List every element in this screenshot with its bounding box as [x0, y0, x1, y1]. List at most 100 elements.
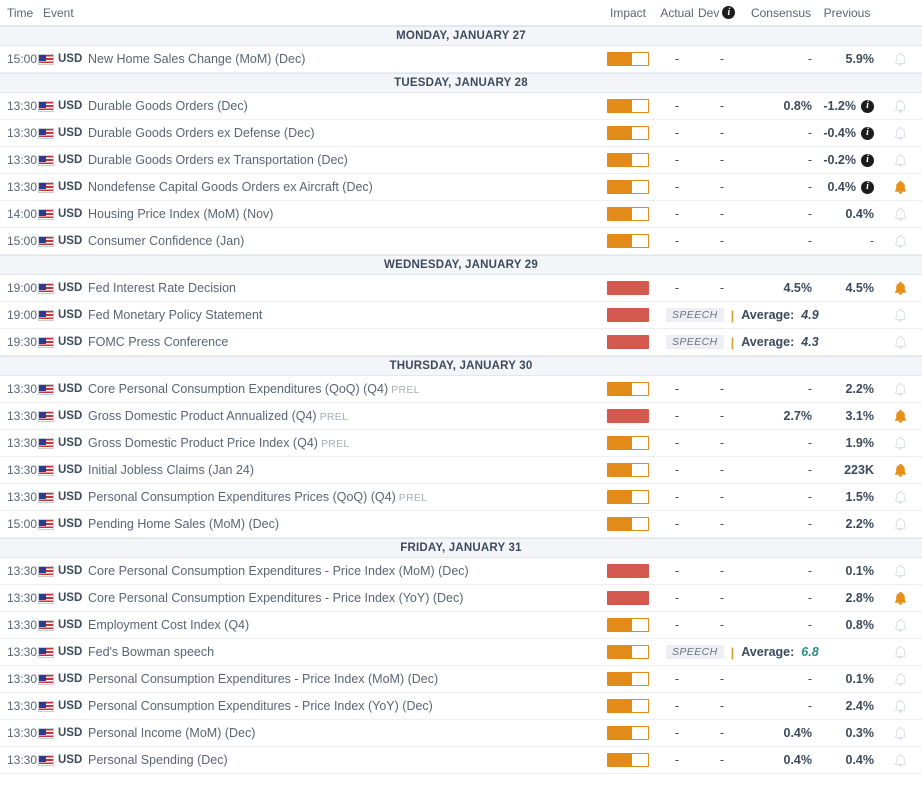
table-row[interactable]: 13:30 USD Personal Consumption Expenditure… — [0, 666, 922, 693]
event-name[interactable]: Employment Cost Index (Q4) — [82, 618, 600, 632]
table-row[interactable]: 15:00 USD Pending Home Sales (MoM) (Dec) - -… — [0, 511, 922, 538]
alert-cell[interactable] — [878, 726, 922, 741]
alert-cell[interactable] — [878, 126, 922, 141]
table-row[interactable]: 13:30 USD Durable Goods Orders ex Defense … — [0, 120, 922, 147]
table-row[interactable]: 13:30 USD Employment Cost Index (Q4) - - - 0.8… — [0, 612, 922, 639]
event-name[interactable]: Nondefense Capital Goods Orders ex Aircr… — [82, 180, 600, 194]
table-row[interactable]: 13:30 USD Initial Jobless Claims (Jan 24) -… — [0, 457, 922, 484]
alert-cell[interactable] — [878, 207, 922, 222]
event-name[interactable]: Personal Income (MoM) (Dec) — [82, 726, 600, 740]
event-name[interactable]: Fed's Bowman speech — [82, 645, 600, 659]
table-row[interactable]: 13:30 USD Personal Spending (Dec) - - 0.4% 0.4… — [0, 747, 922, 774]
alert-cell[interactable] — [878, 517, 922, 532]
alert-bell-icon[interactable] — [894, 99, 907, 114]
alert-cell[interactable] — [878, 335, 922, 350]
alert-cell[interactable] — [878, 382, 922, 397]
info-icon[interactable]: i — [861, 99, 874, 113]
alert-cell[interactable] — [878, 490, 922, 505]
table-row[interactable]: 13:30 USD Core Personal Consumption Expend… — [0, 376, 922, 403]
table-row[interactable]: 13:30 USD Durable Goods Orders ex Transpor… — [0, 147, 922, 174]
alert-bell-icon[interactable] — [894, 207, 907, 222]
alert-cell[interactable] — [878, 618, 922, 633]
alert-cell[interactable] — [878, 409, 922, 424]
alert-cell[interactable] — [878, 99, 922, 114]
alert-bell-icon[interactable] — [894, 180, 907, 195]
event-name[interactable]: Personal Consumption Expenditures Prices… — [82, 490, 600, 504]
alert-bell-icon[interactable] — [894, 308, 907, 323]
alert-bell-icon[interactable] — [894, 436, 907, 451]
alert-bell-icon[interactable] — [894, 126, 907, 141]
table-row[interactable]: 13:30 USD Nondefense Capital Goods Orders … — [0, 174, 922, 201]
table-row[interactable]: 13:30 USD Gross Domestic Product Price Ind… — [0, 430, 922, 457]
alert-cell[interactable] — [878, 436, 922, 451]
alert-cell[interactable] — [878, 645, 922, 660]
event-name[interactable]: Personal Consumption Expenditures - Pric… — [82, 672, 600, 686]
table-row[interactable]: 13:30 USD Personal Consumption Expenditure… — [0, 693, 922, 720]
event-name[interactable]: Durable Goods Orders ex Defense (Dec) — [82, 126, 600, 140]
event-name[interactable]: Core Personal Consumption Expenditures -… — [82, 591, 600, 605]
table-row[interactable]: 13:30 USD Fed's Bowman speech SPEECH | Averag… — [0, 639, 922, 666]
alert-bell-icon[interactable] — [894, 153, 907, 168]
table-row[interactable]: 19:00 USD Fed Monetary Policy Statement SPE… — [0, 302, 922, 329]
alert-cell[interactable] — [878, 234, 922, 249]
table-row[interactable]: 13:30 USD Durable Goods Orders (Dec) - - 0.8%… — [0, 93, 922, 120]
table-row[interactable]: 13:30 USD Core Personal Consumption Expend… — [0, 585, 922, 612]
info-icon[interactable]: i — [722, 6, 736, 19]
alert-bell-icon[interactable] — [894, 564, 907, 579]
alert-cell[interactable] — [878, 463, 922, 478]
alert-cell[interactable] — [878, 753, 922, 768]
event-name[interactable]: Core Personal Consumption Expenditures -… — [82, 564, 600, 578]
table-row[interactable]: 13:30 USD Personal Consumption Expenditure… — [0, 484, 922, 511]
event-name[interactable]: New Home Sales Change (MoM) (Dec) — [82, 52, 600, 66]
alert-bell-icon[interactable] — [894, 463, 907, 478]
alert-bell-icon[interactable] — [894, 52, 907, 67]
alert-cell[interactable] — [878, 153, 922, 168]
alert-bell-icon[interactable] — [894, 281, 907, 296]
info-icon[interactable]: i — [861, 126, 874, 140]
table-row[interactable]: 19:00 USD Fed Interest Rate Decision - - 4.5%… — [0, 275, 922, 302]
info-icon[interactable]: i — [861, 180, 874, 194]
alert-cell[interactable] — [878, 308, 922, 323]
event-name[interactable]: Personal Spending (Dec) — [82, 753, 600, 767]
event-name[interactable]: Gross Domestic Product Price Index (Q4) P… — [82, 436, 600, 450]
event-name[interactable]: Consumer Confidence (Jan) — [82, 234, 600, 248]
alert-bell-icon[interactable] — [894, 234, 907, 249]
event-name[interactable]: Fed Monetary Policy Statement — [82, 308, 600, 322]
alert-bell-icon[interactable] — [894, 726, 907, 741]
alert-bell-icon[interactable] — [894, 753, 907, 768]
alert-bell-icon[interactable] — [894, 382, 907, 397]
alert-bell-icon[interactable] — [894, 672, 907, 687]
alert-cell[interactable] — [878, 564, 922, 579]
info-icon[interactable]: i — [861, 153, 874, 167]
alert-bell-icon[interactable] — [894, 490, 907, 505]
alert-bell-icon[interactable] — [894, 645, 907, 660]
event-name[interactable]: Durable Goods Orders ex Transportation (… — [82, 153, 600, 167]
table-row[interactable]: 13:30 USD Core Personal Consumption Expend… — [0, 558, 922, 585]
alert-bell-icon[interactable] — [894, 618, 907, 633]
alert-cell[interactable] — [878, 180, 922, 195]
alert-cell[interactable] — [878, 699, 922, 714]
table-row[interactable]: 13:30 USD Gross Domestic Product Annualize… — [0, 403, 922, 430]
event-name[interactable]: Fed Interest Rate Decision — [82, 281, 600, 295]
alert-bell-icon[interactable] — [894, 591, 907, 606]
alert-cell[interactable] — [878, 591, 922, 606]
table-row[interactable]: 15:00 USD New Home Sales Change (MoM) (Dec… — [0, 46, 922, 73]
event-name[interactable]: Gross Domestic Product Annualized (Q4) PR… — [82, 409, 600, 423]
event-name[interactable]: Housing Price Index (MoM) (Nov) — [82, 207, 600, 221]
event-name[interactable]: Core Personal Consumption Expenditures (… — [82, 382, 600, 396]
alert-bell-icon[interactable] — [894, 409, 907, 424]
alert-cell[interactable] — [878, 281, 922, 296]
alert-cell[interactable] — [878, 52, 922, 67]
event-name[interactable]: Pending Home Sales (MoM) (Dec) — [82, 517, 600, 531]
alert-cell[interactable] — [878, 672, 922, 687]
alert-bell-icon[interactable] — [894, 335, 907, 350]
event-name[interactable]: Personal Consumption Expenditures - Pric… — [82, 699, 600, 713]
alert-bell-icon[interactable] — [894, 699, 907, 714]
table-row[interactable]: 13:30 USD Personal Income (MoM) (Dec) - - 0.4… — [0, 720, 922, 747]
table-row[interactable]: 14:00 USD Housing Price Index (MoM) (Nov) -… — [0, 201, 922, 228]
event-name[interactable]: Initial Jobless Claims (Jan 24) — [82, 463, 600, 477]
table-row[interactable]: 15:00 USD Consumer Confidence (Jan) - - - - — [0, 228, 922, 255]
table-row[interactable]: 19:30 USD FOMC Press Conference SPEECH | Aver… — [0, 329, 922, 356]
alert-bell-icon[interactable] — [894, 517, 907, 532]
event-name[interactable]: Durable Goods Orders (Dec) — [82, 99, 600, 113]
